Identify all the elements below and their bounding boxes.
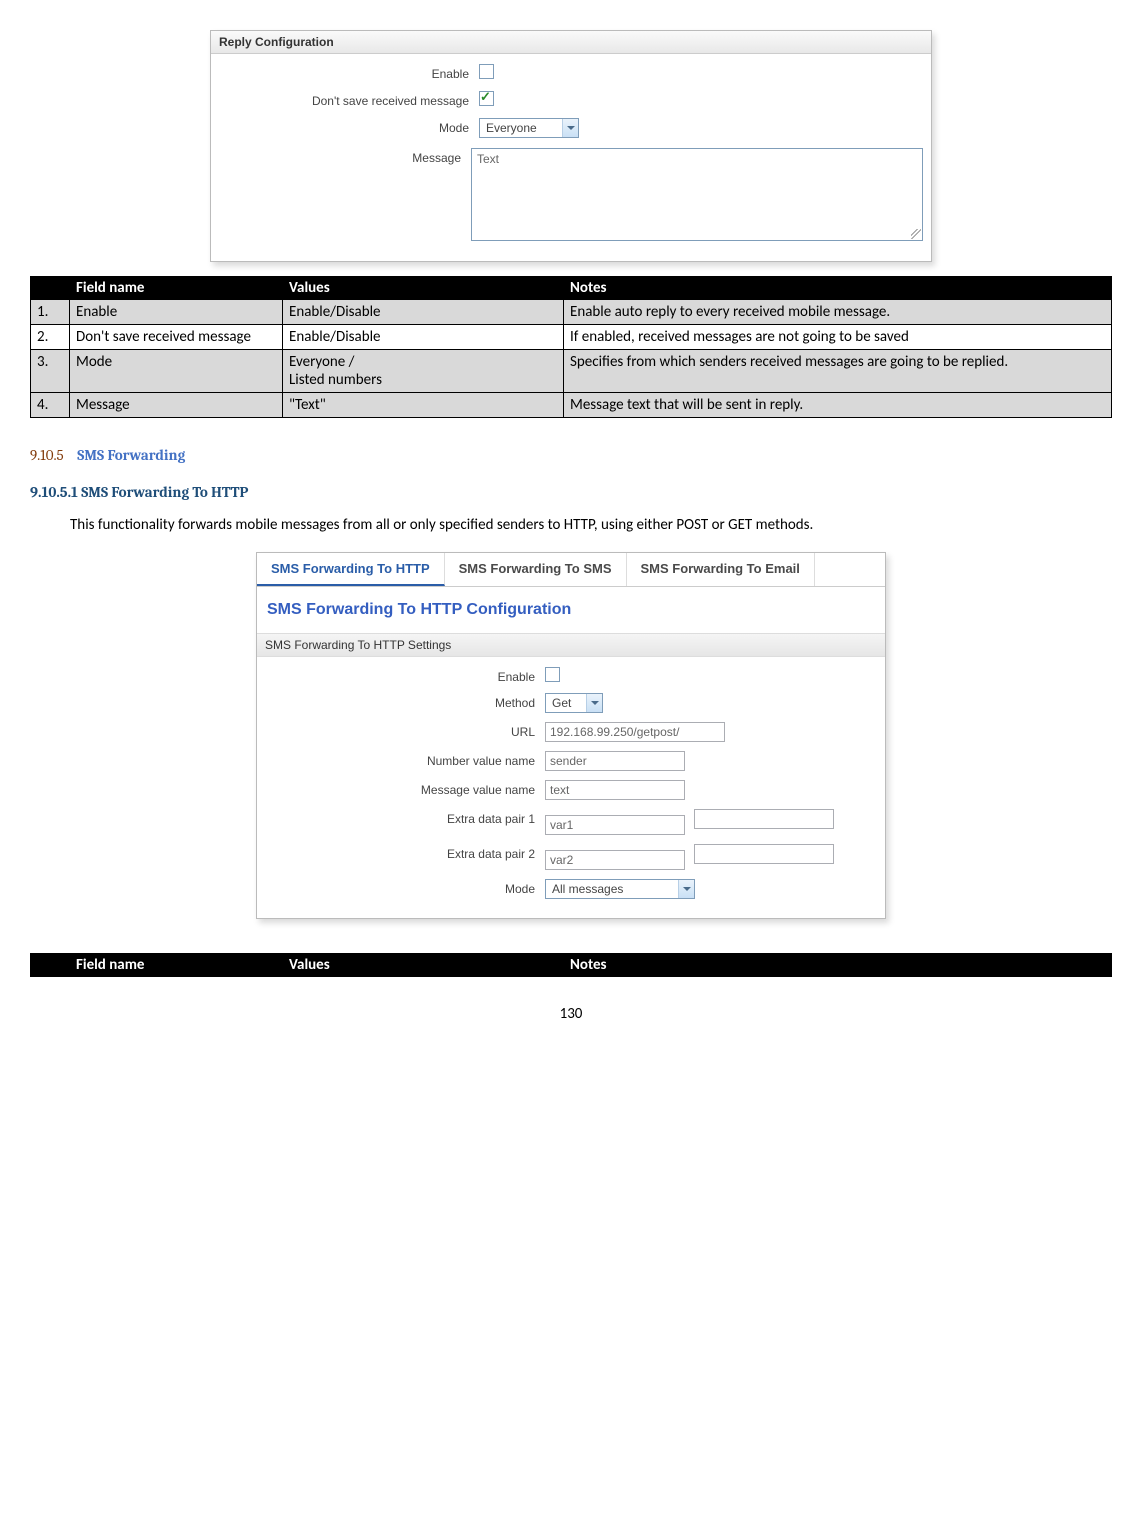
fwd-extra2-key-input[interactable]: var2: [545, 850, 685, 870]
heading-number: 9.10.5: [30, 446, 64, 464]
th-values: Values: [283, 277, 564, 300]
tab-sms[interactable]: SMS Forwarding To SMS: [445, 553, 627, 586]
fwd-numname-label: Number value name: [265, 751, 545, 768]
fwd-msgname-input[interactable]: text: [545, 780, 685, 800]
dontsave-label: Don't save received message: [219, 91, 479, 108]
heading-text: SMS Forwarding: [77, 446, 185, 464]
resize-grip-icon[interactable]: [911, 229, 921, 239]
tab-http[interactable]: SMS Forwarding To HTTP: [257, 553, 445, 586]
fwd-method-label: Method: [265, 693, 545, 710]
fwd-fields-table: Field name Values Notes: [30, 953, 1112, 977]
reply-fields-table: Field name Values Notes 1. Enable Enable…: [30, 276, 1112, 418]
fwd-extra2-val-input[interactable]: [694, 844, 834, 864]
fwd-method-select[interactable]: Get: [545, 693, 603, 713]
paragraph: This functionality forwards mobile messa…: [30, 516, 1112, 534]
chevron-down-icon: [678, 880, 694, 898]
fwd-url-label: URL: [265, 722, 545, 739]
fwd-extra1-val-input[interactable]: [694, 809, 834, 829]
message-label: Message: [219, 148, 471, 165]
th-name: Field name: [70, 277, 283, 300]
subheading: 9.10.5.1 SMS Forwarding To HTTP: [30, 483, 248, 501]
fwd-extra2-label: Extra data pair 2: [265, 844, 545, 861]
chevron-down-icon: [586, 694, 602, 712]
fwd-mode-label: Mode: [265, 879, 545, 896]
enable-checkbox[interactable]: [479, 64, 494, 79]
th-notes: Notes: [564, 954, 1112, 977]
fwd-mode-select[interactable]: All messages: [545, 879, 695, 899]
th-num: [31, 954, 70, 977]
fwd-enable-checkbox[interactable]: [545, 667, 560, 682]
th-num: [31, 277, 70, 300]
enable-label: Enable: [219, 64, 479, 81]
reply-config-panel: Reply Configuration Enable Don't save re…: [210, 30, 932, 262]
fwd-title: SMS Forwarding To HTTP Configuration: [257, 587, 885, 633]
table-row: 4. Message "Text" Message text that will…: [31, 393, 1112, 418]
th-notes: Notes: [564, 277, 1112, 300]
reply-config-title: Reply Configuration: [211, 31, 931, 54]
th-values: Values: [283, 954, 564, 977]
message-textarea[interactable]: Text: [471, 148, 923, 241]
fwd-section: SMS Forwarding To HTTP Settings: [257, 633, 885, 657]
table-row: 1. Enable Enable/Disable Enable auto rep…: [31, 300, 1112, 325]
mode-select[interactable]: Everyone: [479, 118, 579, 138]
chevron-down-icon: [562, 119, 578, 137]
fwd-numname-input[interactable]: sender: [545, 751, 685, 771]
table-row: 3. Mode Everyone / Listed numbers Specif…: [31, 350, 1112, 393]
table-row: 2. Don't save received message Enable/Di…: [31, 325, 1112, 350]
fwd-msgname-label: Message value name: [265, 780, 545, 797]
sms-forwarding-panel: SMS Forwarding To HTTP SMS Forwarding To…: [256, 552, 886, 919]
dontsave-checkbox[interactable]: [479, 91, 494, 106]
fwd-enable-label: Enable: [265, 667, 545, 684]
th-name: Field name: [70, 954, 283, 977]
page-number: 130: [30, 1005, 1112, 1023]
mode-label: Mode: [219, 118, 479, 135]
fwd-extra1-label: Extra data pair 1: [265, 809, 545, 826]
fwd-url-input[interactable]: 192.168.99.250/getpost/: [545, 722, 725, 742]
tab-email[interactable]: SMS Forwarding To Email: [627, 553, 815, 586]
fwd-extra1-key-input[interactable]: var1: [545, 815, 685, 835]
